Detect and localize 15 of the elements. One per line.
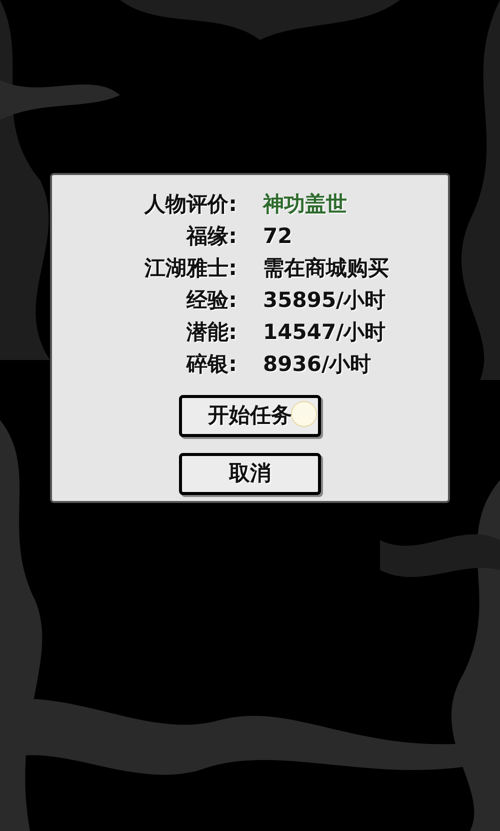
field-label: 福缘: [184, 223, 237, 250]
field-value: 35895/小时 [263, 287, 387, 314]
field-label: 潜能: [185, 319, 237, 346]
field-value: 需在商城购买 [263, 255, 390, 282]
field-label: 经验: [185, 287, 237, 314]
field-value: 14547/小时 [263, 319, 387, 346]
field-value: 神功盖世 [263, 191, 348, 218]
field-label: 碎银: [185, 351, 237, 378]
dialog-button[interactable]: 开始任务 [179, 395, 321, 437]
field-value: 72 [263, 223, 294, 250]
field-value: 8936/小时 [263, 351, 372, 378]
field-label: 人物评价: [143, 191, 237, 218]
field-label: 江湖雅士: [143, 255, 237, 282]
touch-indicator-icon [291, 401, 317, 427]
dialog-button[interactable]: 取消 [179, 453, 321, 495]
